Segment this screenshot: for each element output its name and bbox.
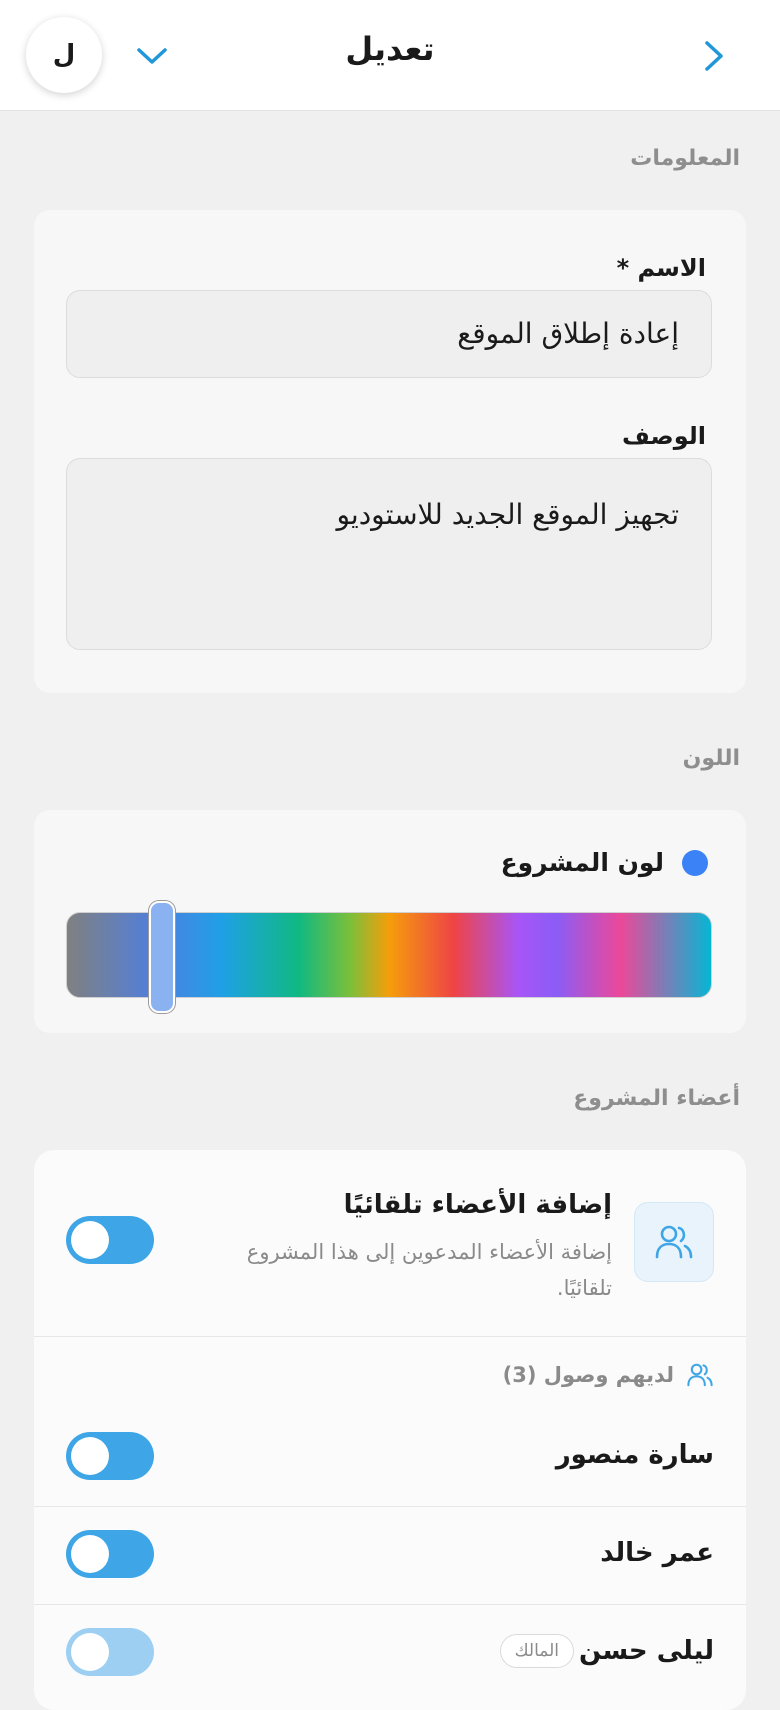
divider — [34, 1506, 746, 1507]
auto-add-toggle[interactable] — [66, 1216, 154, 1264]
member-access-toggle[interactable] — [66, 1530, 154, 1578]
members-card: إضافة الأعضاء تلقائيًا إضافة الأعضاء الم… — [34, 1150, 746, 1710]
access-count-label: لديهم وصول (3) — [502, 1363, 674, 1387]
chevron-down-icon — [137, 48, 167, 64]
description-label: الوصف — [621, 422, 706, 450]
color-card: لون المشروع — [34, 810, 746, 1033]
info-section-label: المعلومات — [630, 146, 740, 171]
toggle-knob — [71, 1535, 109, 1573]
hue-slider-handle[interactable] — [149, 901, 176, 1013]
auto-add-description: إضافة الأعضاء المدعوين إلى هذا المشروع ت… — [246, 1240, 612, 1300]
access-header: لديهم وصول (3) — [503, 1362, 714, 1388]
page-title: تعديل — [345, 30, 435, 68]
name-input[interactable]: إعادة إطلاق الموقع — [66, 290, 712, 378]
toggle-knob — [71, 1633, 109, 1671]
divider — [34, 1604, 746, 1605]
toggle-knob — [71, 1221, 109, 1259]
users-icon — [655, 1225, 693, 1259]
menu-dropdown-button[interactable] — [130, 36, 174, 76]
divider — [34, 1336, 746, 1337]
members-section-label: أعضاء المشروع — [573, 1086, 740, 1111]
auto-add-title: إضافة الأعضاء تلقائيًا — [343, 1190, 612, 1220]
owner-badge: المالك — [499, 1634, 574, 1668]
info-card: الاسم * إعادة إطلاق الموقع الوصف تجهيز ا… — [34, 210, 746, 693]
description-input[interactable]: تجهيز الموقع الجديد للاستوديو — [66, 458, 712, 650]
auto-add-icon-box — [634, 1202, 714, 1282]
selected-color-dot — [682, 850, 708, 876]
toggle-knob — [71, 1437, 109, 1475]
member-name: عمر خالد — [600, 1538, 714, 1568]
member-access-toggle[interactable] — [66, 1432, 154, 1480]
member-access-toggle-disabled[interactable] — [66, 1628, 154, 1676]
project-color-label: لون المشروع — [500, 848, 664, 877]
name-label: الاسم * — [616, 254, 706, 282]
hue-slider[interactable] — [66, 901, 712, 1013]
member-name: ليلى حسن — [579, 1636, 714, 1666]
avatar[interactable]: ل — [26, 17, 102, 93]
users-small-icon — [687, 1363, 713, 1387]
color-section-label: اللون — [682, 746, 740, 771]
member-name: سارة منصور — [555, 1440, 714, 1470]
top-bar: تعديل ل — [0, 0, 780, 111]
